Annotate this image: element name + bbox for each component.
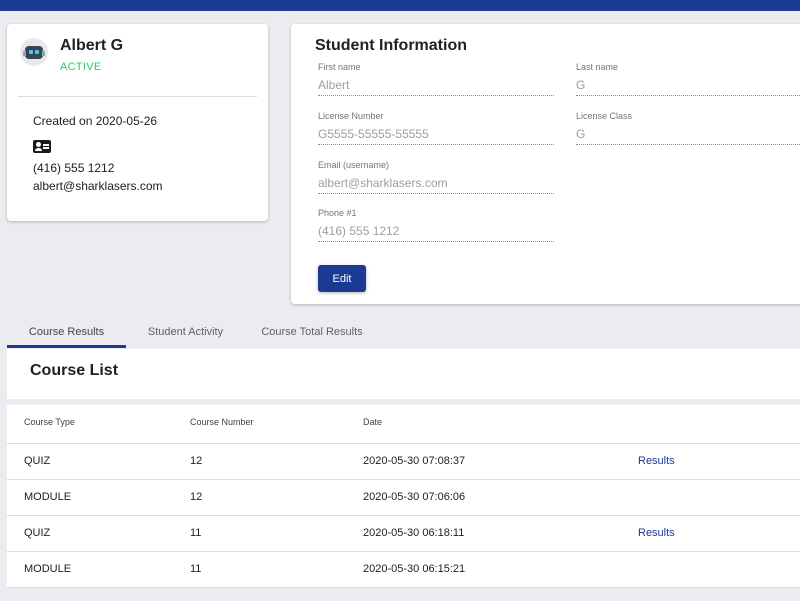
field-label: Email (username) <box>318 160 390 170</box>
course-number-cell: 12 <box>190 455 203 467</box>
column-header-date[interactable]: Date <box>363 417 382 427</box>
date-cell: 2020-05-30 06:15:21 <box>363 563 466 575</box>
course-type-cell: QUIZ <box>24 527 51 539</box>
active-tab-indicator <box>7 345 126 348</box>
table-row: MODULE 11 2020-05-30 06:15:21 <box>7 552 800 588</box>
table-header: Course Type Course Number Date <box>7 405 800 444</box>
top-app-bar <box>0 0 800 11</box>
robot-avatar-icon <box>20 38 48 66</box>
course-number-cell: 11 <box>190 563 202 575</box>
email-field[interactable]: Email (username) albert@sharklasers.com <box>318 160 554 194</box>
date-cell: 2020-05-30 07:06:06 <box>363 491 466 503</box>
column-header-course-number[interactable]: Course Number <box>190 417 254 427</box>
edit-button[interactable]: Edit <box>318 265 366 292</box>
course-number-cell: 11 <box>190 527 202 539</box>
course-list-panel: Course List <box>7 349 800 399</box>
course-type-cell: MODULE <box>24 491 72 503</box>
tab-course-results[interactable]: Course Results <box>7 315 126 348</box>
field-label: Phone #1 <box>318 208 357 218</box>
profile-email: albert@sharklasers.com <box>33 179 163 193</box>
tab-student-activity[interactable]: Student Activity <box>133 315 238 348</box>
course-table: Course Type Course Number Date QUIZ 12 2… <box>7 405 800 588</box>
tab-bar: Course Results Student Activity Course T… <box>7 315 800 349</box>
last-name-input[interactable]: G <box>576 78 800 96</box>
phone-field[interactable]: Phone #1 (416) 555 1212 <box>318 208 554 242</box>
table-row: QUIZ 12 2020-05-30 07:08:37 Results <box>7 444 800 480</box>
date-cell: 2020-05-30 06:18:11 <box>363 527 465 539</box>
field-label: License Number <box>318 111 384 121</box>
date-cell: 2020-05-30 07:08:37 <box>363 455 466 467</box>
results-link[interactable]: Results <box>638 455 675 467</box>
student-profile-card: Albert G ACTIVE Created on 2020-05-26 (4… <box>7 24 268 221</box>
first-name-field[interactable]: First name Albert <box>318 62 554 96</box>
last-name-field[interactable]: Last name G <box>576 62 800 96</box>
course-number-cell: 12 <box>190 491 203 503</box>
course-type-cell: MODULE <box>24 563 72 575</box>
section-title: Student Information <box>315 37 467 54</box>
student-information-card: Student Information First name Albert La… <box>291 24 800 304</box>
id-card-icon <box>33 140 51 153</box>
email-input[interactable]: albert@sharklasers.com <box>318 176 554 194</box>
first-name-input[interactable]: Albert <box>318 78 554 96</box>
tab-course-total-results[interactable]: Course Total Results <box>255 315 369 348</box>
phone-input[interactable]: (416) 555 1212 <box>318 224 554 242</box>
status-badge: ACTIVE <box>60 61 102 73</box>
table-row: MODULE 12 2020-05-30 07:06:06 <box>7 480 800 516</box>
field-label: First name <box>318 62 361 72</box>
license-number-input[interactable]: G5555-55555-55555 <box>318 127 554 145</box>
divider <box>18 96 257 97</box>
profile-phone: (416) 555 1212 <box>33 161 115 175</box>
field-label: Last name <box>576 62 619 72</box>
license-class-field[interactable]: License Class G <box>576 111 800 145</box>
field-label: License Class <box>576 111 633 121</box>
column-header-course-type[interactable]: Course Type <box>24 417 75 427</box>
table-row: QUIZ 11 2020-05-30 06:18:11 Results <box>7 516 800 552</box>
results-link[interactable]: Results <box>638 527 675 539</box>
created-date: Created on 2020-05-26 <box>33 114 158 128</box>
license-class-input[interactable]: G <box>576 127 800 145</box>
course-list-title: Course List <box>30 362 119 379</box>
student-name: Albert G <box>60 37 124 54</box>
course-type-cell: QUIZ <box>24 455 51 467</box>
license-number-field[interactable]: License Number G5555-55555-55555 <box>318 111 554 145</box>
